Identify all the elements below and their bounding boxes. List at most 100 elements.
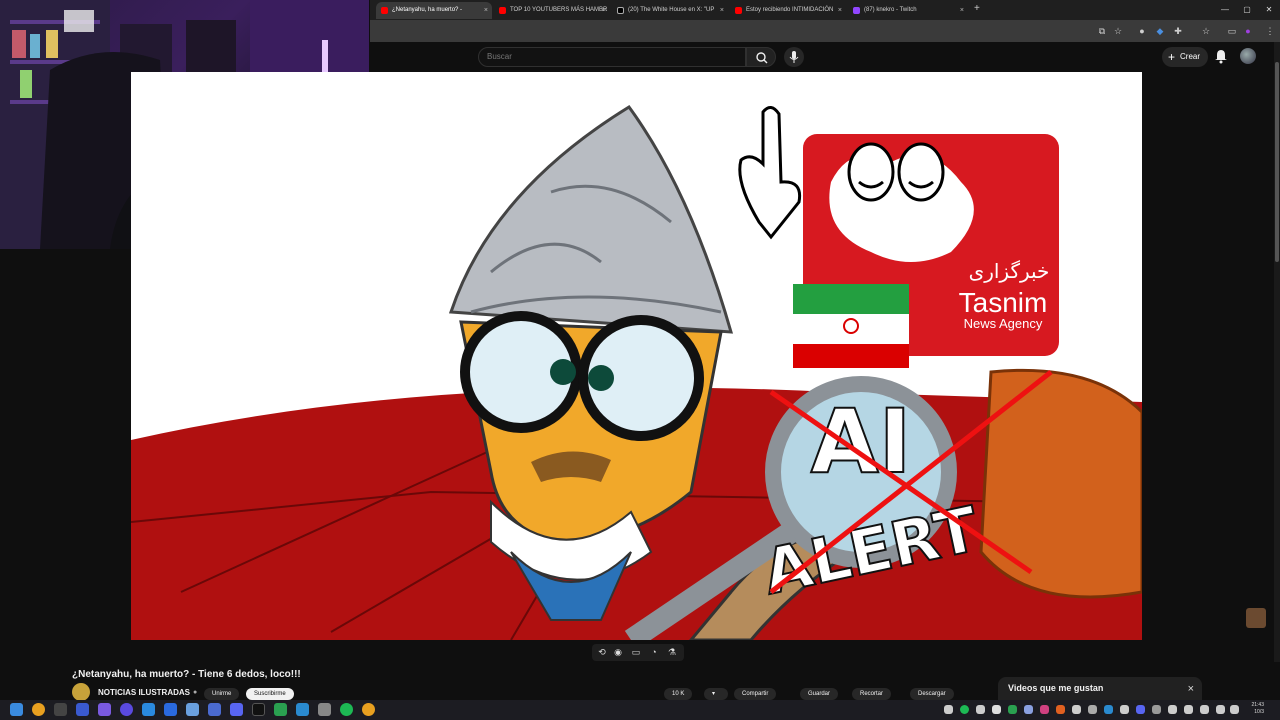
task-view-icon[interactable] <box>54 703 67 716</box>
battery-icon[interactable] <box>1230 705 1239 714</box>
tab-intimidacion[interactable]: Estoy recibiendo INTIMIDACIÓN × <box>730 2 846 19</box>
volume-icon[interactable] <box>1216 705 1225 714</box>
minimize-icon[interactable]: — <box>1214 0 1236 20</box>
save-button[interactable]: Guardar <box>800 688 839 700</box>
search-button[interactable] <box>746 47 776 67</box>
app-icon[interactable] <box>164 703 177 716</box>
channel-avatar[interactable] <box>72 683 90 701</box>
maximize-icon[interactable]: ▢ <box>1236 0 1258 20</box>
puzzle-extensions-icon[interactable]: ✚ <box>1172 25 1184 37</box>
app-icon[interactable] <box>142 703 155 716</box>
logo-farsi-text: خبرگزاری <box>969 259 1050 283</box>
create-label: Crear <box>1180 52 1201 61</box>
twitch-icon <box>853 7 860 14</box>
lab-flask-icon[interactable]: ⚗ <box>666 646 678 658</box>
verified-icon: ● <box>193 688 198 696</box>
youtube-icon <box>381 7 388 14</box>
tray-icon[interactable] <box>992 705 1001 714</box>
close-tab-icon[interactable]: × <box>720 2 724 19</box>
tray-icon[interactable] <box>1024 705 1033 714</box>
youtube-icon <box>499 7 506 14</box>
new-tab-button[interactable]: + <box>974 3 980 14</box>
audio-icon[interactable]: ◉ <box>612 646 624 658</box>
tray-icon[interactable] <box>1104 705 1113 714</box>
bookmark-star-icon[interactable]: ☆ <box>1112 25 1124 37</box>
close-tab-icon[interactable]: × <box>960 2 964 19</box>
account-avatar[interactable] <box>1240 48 1256 64</box>
thumbnail-avatar[interactable] <box>1246 608 1266 628</box>
search-icon[interactable] <box>32 703 45 716</box>
windows-start-icon[interactable] <box>10 703 23 716</box>
tab-top-10-youtubers[interactable]: TOP 10 YOUTUBERS MÁS HAMBR × <box>494 2 610 19</box>
iran-flag <box>793 284 909 368</box>
plus-icon: + <box>1168 50 1176 64</box>
search-input[interactable]: Buscar <box>478 47 746 67</box>
tab-label: Estoy recibiendo INTIMIDACIÓN <box>746 7 834 13</box>
app-icon[interactable] <box>98 703 111 716</box>
extension-icon[interactable]: ● <box>1136 25 1148 37</box>
video-player[interactable]: خبرگزاری Tasnim News Agency AI ALERT <box>131 72 1142 640</box>
share-button[interactable]: Compartir <box>734 688 777 700</box>
install-app-icon[interactable]: ⧉ <box>1096 25 1108 37</box>
tray-icon[interactable] <box>1056 705 1065 714</box>
notifications-bell-icon[interactable] <box>1214 48 1228 64</box>
chrome-icon[interactable] <box>362 703 375 716</box>
close-icon[interactable]: × <box>1188 683 1194 695</box>
app-icon[interactable] <box>186 703 199 716</box>
clip-button[interactable]: Recortar <box>852 688 892 700</box>
create-button[interactable]: + Crear <box>1162 47 1209 67</box>
page-scrollbar[interactable] <box>1274 42 1280 662</box>
app-icon[interactable] <box>274 703 287 716</box>
scrollbar-thumb[interactable] <box>1275 62 1279 262</box>
app-icon[interactable] <box>120 703 133 716</box>
tray-icon[interactable] <box>976 705 985 714</box>
like-button[interactable]: 10 K <box>664 688 693 700</box>
tray-icon[interactable] <box>944 705 953 714</box>
tiktok-icon[interactable] <box>252 703 265 716</box>
spotify-icon[interactable] <box>340 703 353 716</box>
tab-white-house[interactable]: (20) The White House en X: "UP × <box>612 2 728 19</box>
tray-icon[interactable] <box>1168 705 1177 714</box>
tray-icon[interactable] <box>960 705 969 714</box>
bookmarks-icon[interactable]: ☆ <box>1200 25 1212 37</box>
close-tab-icon[interactable]: × <box>838 2 842 19</box>
voice-search-button[interactable] <box>784 47 804 67</box>
tray-icon[interactable] <box>1136 705 1145 714</box>
close-tab-icon[interactable]: × <box>484 2 488 19</box>
discord-icon[interactable] <box>230 703 243 716</box>
subscribe-button[interactable]: Suscribirme <box>246 688 294 700</box>
player-controls: ⟲ ◉ ▭ ◔ ⚗ <box>592 644 684 661</box>
liked-videos-title: Videos que me gustan <box>1008 683 1104 693</box>
download-button[interactable]: Descargar <box>910 688 954 700</box>
app-icon[interactable] <box>318 703 331 716</box>
tray-icon[interactable] <box>1072 705 1081 714</box>
tray-icon[interactable] <box>1184 705 1193 714</box>
tray-icon[interactable] <box>1040 705 1049 714</box>
app-icon[interactable] <box>208 703 221 716</box>
system-clock[interactable]: 21:43 10/3 <box>1251 702 1264 716</box>
tray-icon[interactable] <box>1120 705 1129 714</box>
miniplayer-icon[interactable]: ▭ <box>630 646 642 658</box>
close-tab-icon[interactable]: × <box>602 2 606 19</box>
menu-icon[interactable]: ⋮ <box>1264 25 1276 37</box>
sidebar-icon[interactable]: ▭ <box>1226 25 1238 37</box>
dislike-button[interactable]: ▾ <box>704 688 728 700</box>
app-icon[interactable] <box>296 703 309 716</box>
tray-icon[interactable] <box>1008 705 1017 714</box>
tab-label: ¿Netanyahu, ha muerto? - <box>392 7 463 13</box>
profile-icon[interactable]: ● <box>1242 25 1254 37</box>
speed-icon[interactable]: ◔ <box>648 646 660 658</box>
youtube-header: Buscar + Crear <box>370 42 1280 72</box>
app-icon[interactable] <box>76 703 89 716</box>
tab-label: (20) The White House en X: "UP <box>628 7 715 13</box>
tray-icon[interactable] <box>1152 705 1161 714</box>
loop-icon[interactable]: ⟲ <box>596 646 608 658</box>
tab-netanyahu[interactable]: ¿Netanyahu, ha muerto? - × <box>376 2 492 19</box>
extension-icon[interactable]: ◆ <box>1154 25 1166 37</box>
join-button[interactable]: Unirme <box>204 688 240 700</box>
tab-twitch-knekro[interactable]: (87) knekro - Twitch × <box>848 2 968 19</box>
close-window-icon[interactable]: ✕ <box>1258 0 1280 20</box>
tray-icon[interactable] <box>1088 705 1097 714</box>
channel-name[interactable]: NOTICIAS ILUSTRADAS <box>98 688 190 697</box>
wifi-icon[interactable] <box>1200 705 1209 714</box>
